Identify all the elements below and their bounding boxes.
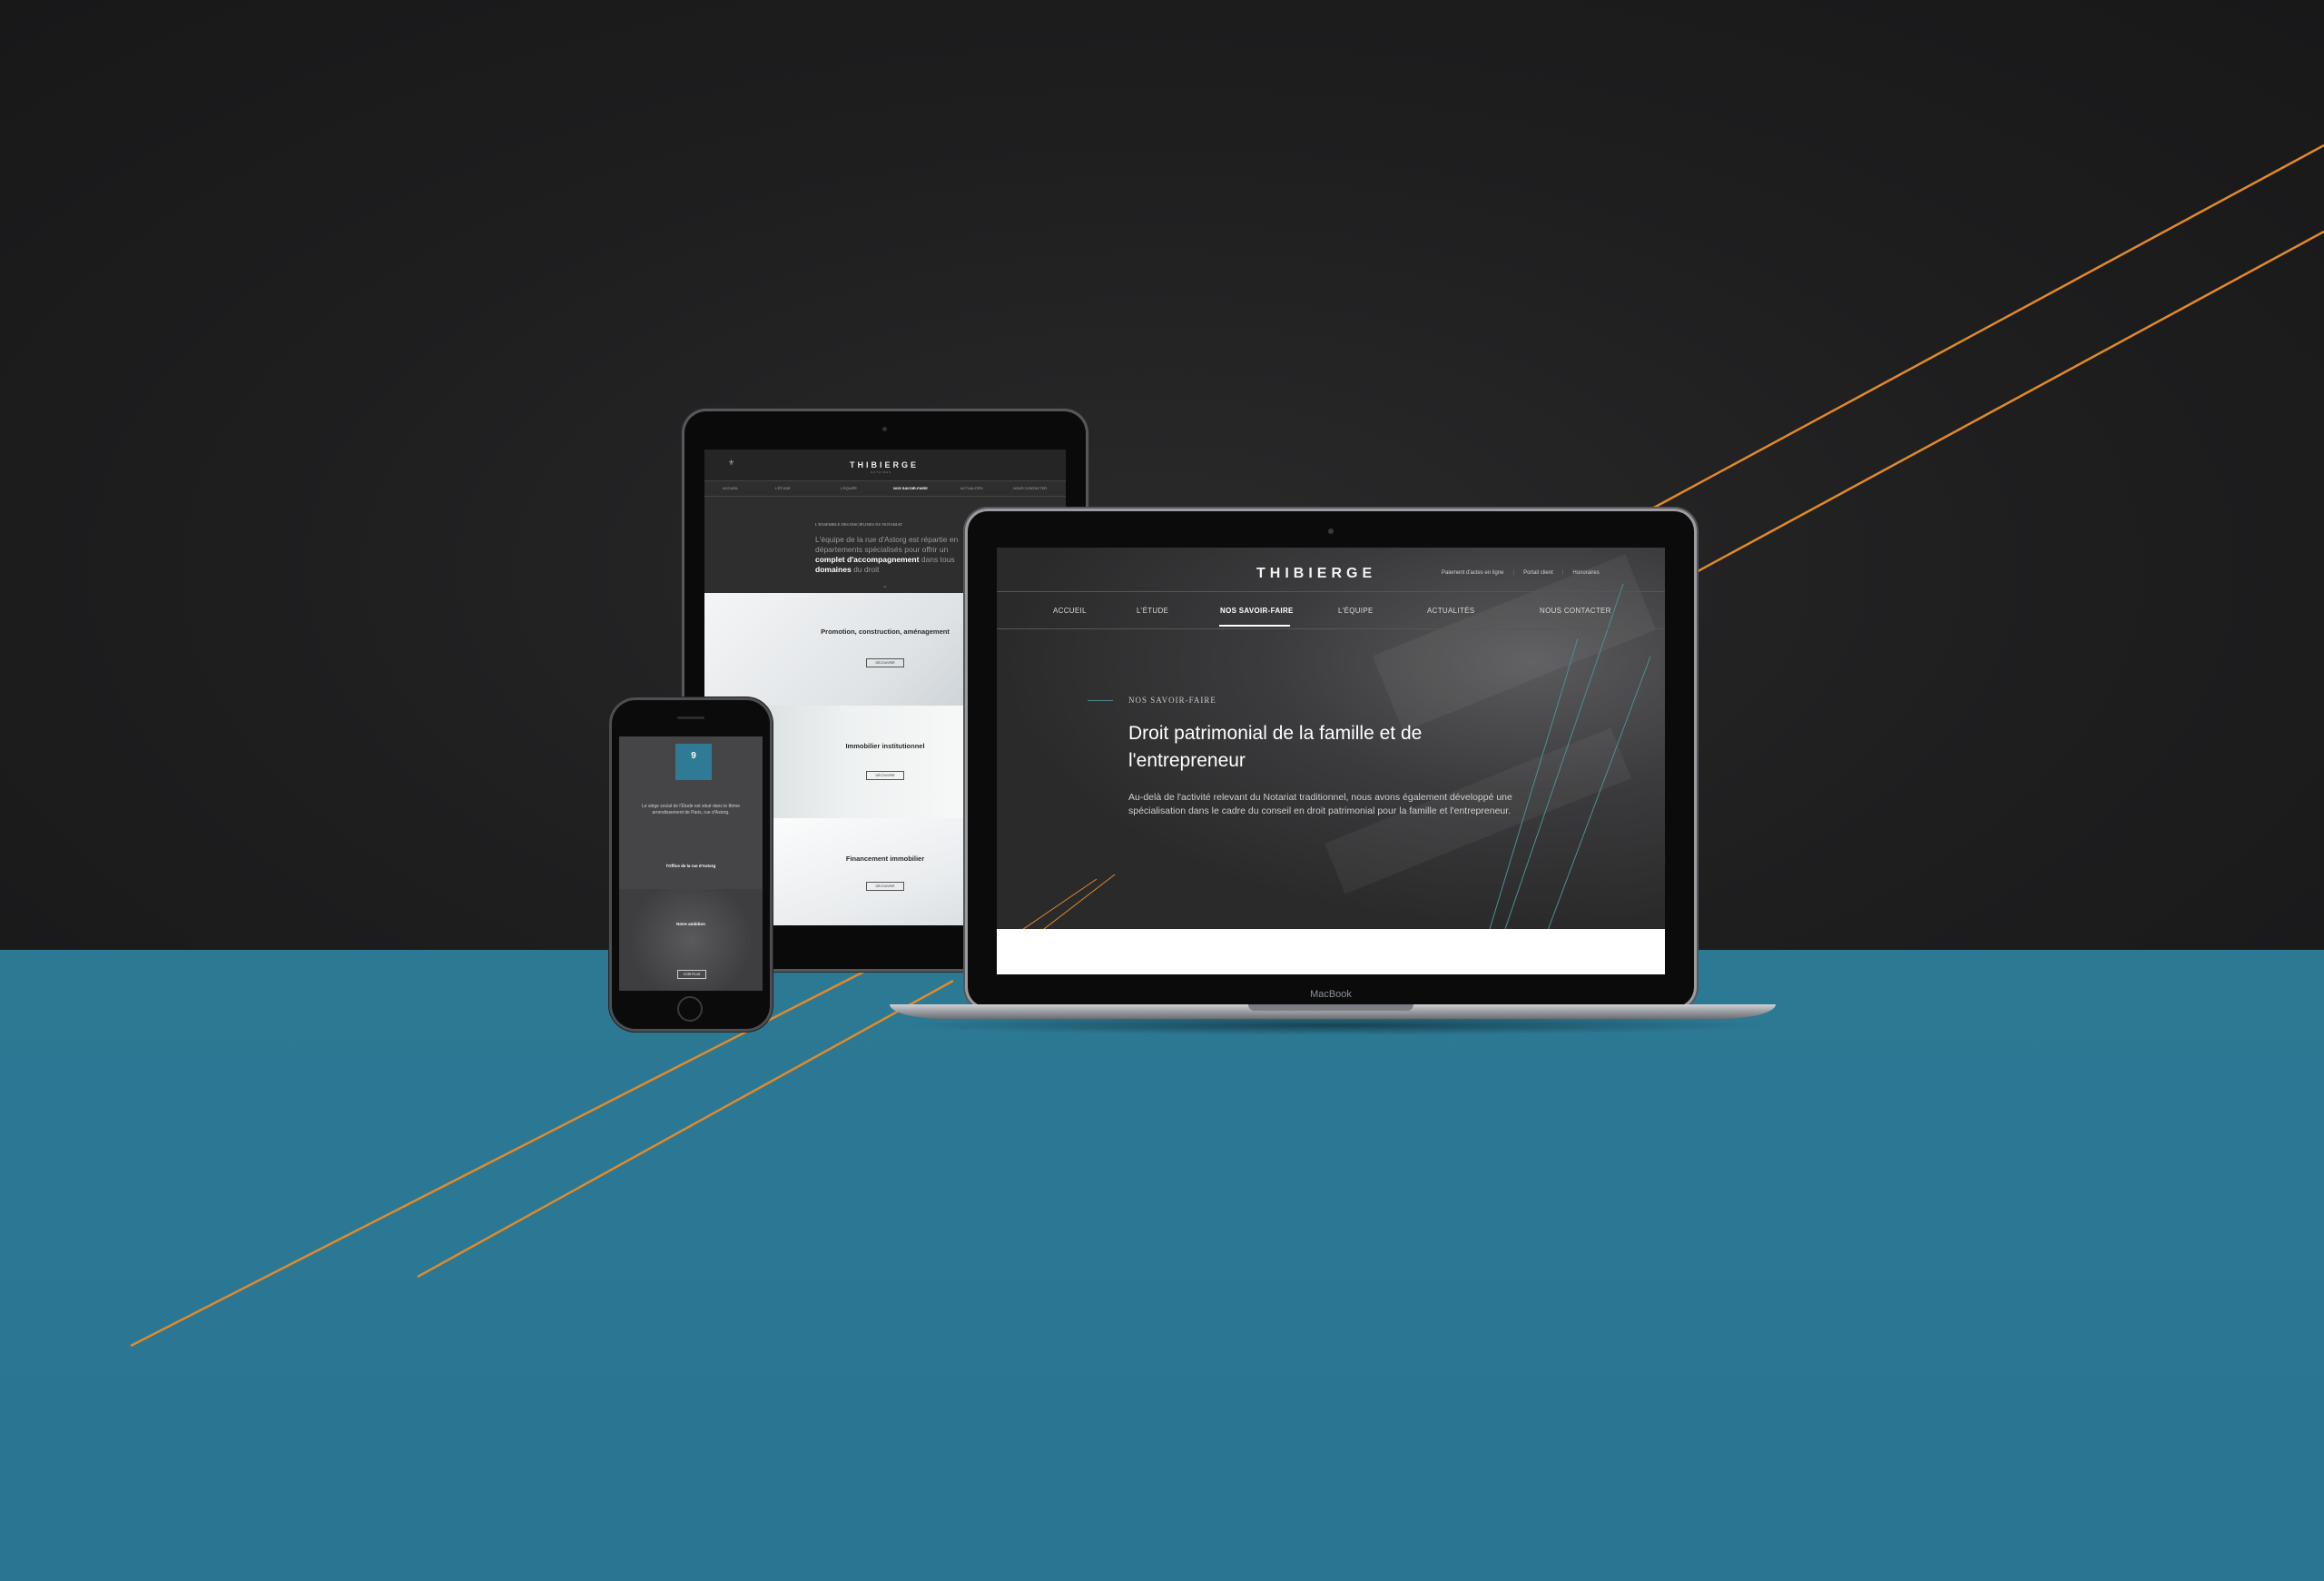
backdrop-table	[0, 950, 2324, 1581]
content-strip	[997, 929, 1665, 974]
stat-number: 9	[691, 751, 696, 761]
phone-intro: Le siège social de l'Étude est situé dan…	[642, 804, 740, 815]
tablet-kicker: L'ENSEMBLE DES DISCIPLINES DU NOTARIAT	[815, 522, 902, 527]
site-logo[interactable]: THIBIERGE	[1256, 566, 1376, 582]
tablet-logo-sub: NOTAIRES	[871, 470, 892, 474]
utility-links: Paiement d'actes en ligne | Portail clie…	[1442, 570, 1600, 576]
link-paiement[interactable]: Paiement d'actes en ligne	[1442, 570, 1504, 576]
page-intro: Au-delà de l'activité relevant du Notari…	[1128, 792, 1512, 816]
tablet-nav: ACCUEIL L'ÉTUDE L'ÉQUIPE NOS SAVOIR-FAIR…	[704, 480, 1066, 497]
nav-active-indicator	[1219, 625, 1290, 627]
phone-section-title: Notre ambition	[676, 922, 705, 926]
tablet-nav-etude[interactable]: L'ÉTUDE	[775, 486, 791, 490]
seal-icon: ⚜	[728, 459, 735, 467]
speaker-icon	[677, 716, 704, 719]
tablet-logo[interactable]: THIBIERGE	[850, 460, 919, 469]
camera-icon	[882, 427, 887, 431]
section-kicker: NOS SAVOIR-FAIRE	[1128, 696, 1216, 705]
tablet-intro: L'équipe de la rue d'Astorg est répartie…	[815, 535, 959, 574]
laptop-device: THIBIERGE Paiement d'actes en ligne | Po…	[968, 511, 1694, 1007]
phone-more-button[interactable]: VOIR PLUS	[677, 970, 706, 979]
laptop-notch	[1248, 1004, 1413, 1011]
nav-contact[interactable]: NOUS CONTACTER	[1540, 607, 1611, 615]
tablet-nav-savoir-faire[interactable]: NOS SAVOIR-FAIRE	[893, 486, 928, 490]
stat-tile: 9	[675, 744, 712, 780]
tablet-nav-contact[interactable]: NOUS CONTACTER	[1013, 486, 1047, 490]
tablet-nav-accueil[interactable]: ACCUEIL	[723, 486, 738, 490]
nav-etude[interactable]: L'ÉTUDE	[1137, 607, 1168, 615]
phone-screen: 9 Le siège social de l'Étude est situé d…	[619, 736, 763, 991]
tablet-header: ⚜ THIBIERGE NOTAIRES	[704, 450, 1066, 480]
nav-equipe[interactable]: L'ÉQUIPE	[1338, 607, 1374, 615]
nav-accueil[interactable]: ACCUEIL	[1053, 607, 1087, 615]
site-header: THIBIERGE Paiement d'actes en ligne | Po…	[997, 548, 1665, 591]
laptop-brand-label: MacBook	[1310, 989, 1352, 1000]
phone-team-text: l'Office de la rue d'Astorg	[665, 864, 716, 868]
main-nav: ACCUEIL L'ÉTUDE NOS SAVOIR-FAIRE L'ÉQUIP…	[997, 591, 1665, 629]
phone-device: 9 Le siège social de l'Étude est situé d…	[612, 700, 770, 1029]
tablet-discover-button[interactable]: DÉCOUVRIR	[866, 658, 904, 667]
page-title: Droit patrimonial de la famille et de l'…	[1128, 723, 1423, 771]
tablet-discover-button[interactable]: DÉCOUVRIR	[866, 771, 904, 780]
home-button-icon[interactable]	[677, 996, 703, 1022]
tablet-nav-equipe-savoir[interactable]: L'ÉQUIPE	[841, 486, 857, 490]
camera-icon	[1328, 529, 1334, 534]
tablet-nav-actualites[interactable]: ACTUALITÉS	[960, 486, 983, 490]
tablet-discover-button[interactable]: DÉCOUVRIR	[866, 882, 904, 891]
nav-savoir-faire[interactable]: NOS SAVOIR-FAIRE	[1220, 607, 1294, 615]
link-portail-client[interactable]: Portail client	[1523, 570, 1553, 576]
nav-actualites[interactable]: ACTUALITÉS	[1427, 607, 1474, 615]
kicker-rule	[1088, 700, 1113, 701]
chevron-down-icon[interactable]: ⌄	[882, 582, 888, 589]
laptop-screen: THIBIERGE Paiement d'actes en ligne | Po…	[997, 548, 1665, 974]
link-honoraires[interactable]: Honoraires	[1572, 570, 1599, 576]
